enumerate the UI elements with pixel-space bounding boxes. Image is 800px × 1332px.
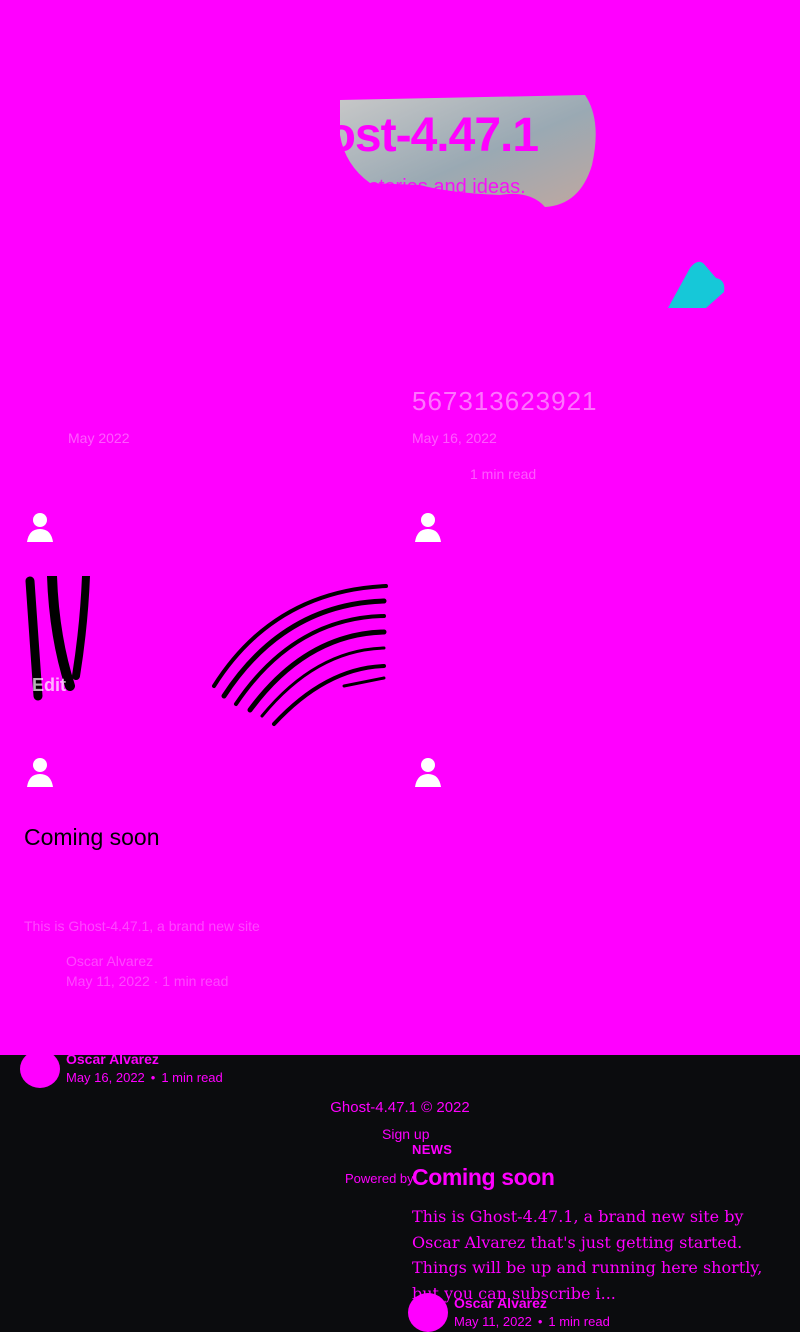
footer-copyright[interactable]: Ghost-4.47.1 © 2022 <box>0 1099 800 1116</box>
post-excerpt-faint: This is Ghost-4.47.1, a brand new site <box>24 918 260 934</box>
author-avatar[interactable] <box>20 1050 60 1088</box>
post-title-faint: 567313623921 <box>412 386 598 416</box>
post-tag[interactable]: NEWS <box>412 1142 452 1157</box>
avatar-placeholder-icon <box>24 510 56 542</box>
site-title: Ghost-4.47.1 <box>261 109 539 162</box>
powered-by-ghost[interactable]: Powered by <box>345 1171 414 1186</box>
post-excerpt[interactable]: This is Ghost-4.47.1, a brand new site b… <box>412 1204 782 1306</box>
post-meta: May 11, 2022 • 1 min read <box>454 1314 610 1329</box>
post-meta-faint: 1 min read <box>470 466 537 482</box>
post-meta-faint: May 2022 <box>68 430 130 446</box>
separator-dot: • <box>537 1314 543 1329</box>
post-title[interactable]: Coming soon <box>412 1164 555 1191</box>
post-author-faint: Oscar Alvarez <box>66 953 154 969</box>
signup-link[interactable]: Sign up <box>382 1126 429 1142</box>
post-date: May 11, 2022 <box>454 1314 532 1329</box>
post-author-name[interactable]: Oscar Alvarez <box>454 1295 547 1311</box>
post-reading-time: 1 min read <box>161 1070 223 1085</box>
post-meta: May 16, 2022 • 1 min read <box>66 1070 223 1085</box>
post-date: May 16, 2022 <box>66 1070 145 1085</box>
post-card-title[interactable]: Coming soon <box>24 824 160 851</box>
post-author-name[interactable]: Oscar Alvarez <box>66 1051 159 1067</box>
post-meta-faint: May 16, 2022 <box>412 430 497 446</box>
cover-image-fragment <box>668 261 725 308</box>
separator-dot: • <box>150 1070 156 1085</box>
avatar-placeholder-icon <box>412 510 444 542</box>
post-reading-time: 1 min read <box>548 1314 610 1329</box>
post-meta-faint: May 11, 2022 · 1 min read <box>66 973 229 989</box>
site-description: Thoughts, stories and ideas. <box>274 176 526 198</box>
avatar-placeholder-icon <box>412 755 444 787</box>
post-feature-image <box>25 576 388 726</box>
faint-label: Edit <box>32 675 66 695</box>
avatar-placeholder-icon <box>24 755 56 787</box>
author-avatar[interactable] <box>408 1293 448 1332</box>
